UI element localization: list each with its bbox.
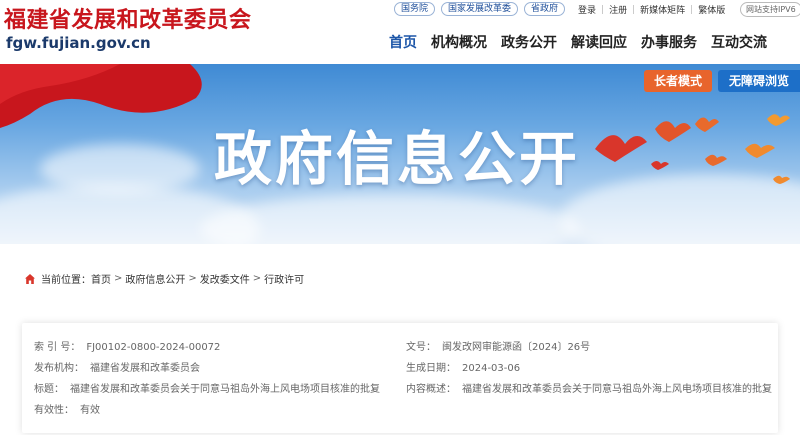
document-info-card: 索 引 号： FJ00102-0800-2024-00072 文号： 闽发改网审能源… [22,323,778,433]
ipv6-badge: 网站支持IPV6 [740,2,800,17]
index-number-value: FJ00102-0800-2024-00072 [86,342,221,353]
link-provincial-gov[interactable]: 省政府 [524,2,566,16]
validity-value: 有效 [80,405,100,416]
divider: | [632,4,636,15]
nav-government-affairs[interactable]: 政务公开 [494,32,564,54]
utility-links: 登录 | 注册 | 新媒体矩阵 | 繁体版 [578,3,725,17]
issuer-row: 发布机构： 福建省发展和改革委员会 [34,359,200,374]
elder-mode-button[interactable]: 长者模式 [644,70,712,92]
issuer-value: 福建省发展和改革委员会 [90,363,200,374]
breadcrumb: 当前位置： 首页 > 政府信息公开 > 发改委文件 > 行政许可 [24,271,304,286]
index-number-label: 索 引 号： [34,342,81,353]
title-label: 标题： [34,384,64,395]
site-title[interactable]: 福建省发展和改革委员会 [4,2,252,34]
title-row: 标题： 福建省发展和改革委员会关于同意马祖岛外海上风电场项目核准的批复 [34,380,380,395]
divider: | [601,4,605,15]
doc-number-label: 文号： [406,342,436,353]
date-value: 2024-03-06 [462,363,521,374]
dove-icon [595,114,790,184]
breadcrumb-separator: > [114,273,123,284]
validity-label: 有效性： [34,405,74,416]
link-ndrc[interactable]: 国家发展改革委 [441,2,519,16]
banner: 政府信息公开 长者模式 无障碍浏览 [0,64,800,244]
breadcrumb-separator: > [188,273,197,284]
doc-number-row: 文号： 闽发改网审能源函〔2024〕26号 [406,338,590,353]
breadcrumb-prefix: 当前位置： [41,275,91,286]
nav-home[interactable]: 首页 [382,32,424,54]
home-icon [25,273,35,284]
nav-services[interactable]: 办事服务 [634,32,704,54]
banner-title: 政府信息公开 [214,125,581,193]
traditional-chinese-link[interactable]: 繁体版 [698,3,725,16]
site-header: 福建省发展和改革委员会 fgw.fujian.gov.cn 国务院 国家发展改革… [0,0,800,64]
main-nav: 首页 机构概况 政务公开 解读回应 办事服务 互动交流 [382,32,774,54]
breadcrumb-info-disclosure[interactable]: 政府信息公开 [125,271,185,286]
title-value: 福建省发展和改革委员会关于同意马祖岛外海上风电场项目核准的批复 [70,384,380,395]
nav-interpretation[interactable]: 解读回应 [564,32,634,54]
login-link[interactable]: 登录 [578,3,596,16]
date-row: 生成日期： 2024-03-06 [406,359,520,374]
register-link[interactable]: 注册 [609,3,627,16]
breadcrumb-separator: > [252,273,262,284]
new-media-link[interactable]: 新媒体矩阵 [640,3,685,16]
external-links: 国务院 国家发展改革委 省政府 [394,2,566,16]
date-label: 生成日期： [406,363,456,374]
nav-interaction[interactable]: 互动交流 [704,32,774,54]
cloud-decoration [40,144,200,194]
breadcrumb-admin-license[interactable]: 行政许可 [264,271,304,286]
link-state-council[interactable]: 国务院 [394,2,436,16]
validity-row: 有效性： 有效 [34,401,100,416]
index-number-row: 索 引 号： FJ00102-0800-2024-00072 [34,338,220,353]
accessible-browse-button[interactable]: 无障碍浏览 [718,70,800,92]
doc-number-value: 闽发改网审能源函〔2024〕26号 [442,342,591,353]
issuer-label: 发布机构： [34,363,84,374]
breadcrumb-home[interactable]: 首页 [91,271,111,286]
breadcrumb-commission-docs[interactable]: 发改委文件 [200,271,250,286]
cloud-decoration [200,194,580,244]
nav-organization[interactable]: 机构概况 [424,32,494,54]
site-url: fgw.fujian.gov.cn [6,34,151,52]
flag-icon [0,64,202,128]
divider: | [690,4,694,15]
summary-label: 内容概述： [406,384,456,395]
summary-row: 内容概述： 福建省发展和改革委员会关于同意马祖岛外海上风电场项目核准的批复 [406,380,772,395]
summary-value: 福建省发展和改革委员会关于同意马祖岛外海上风电场项目核准的批复 [462,384,772,395]
